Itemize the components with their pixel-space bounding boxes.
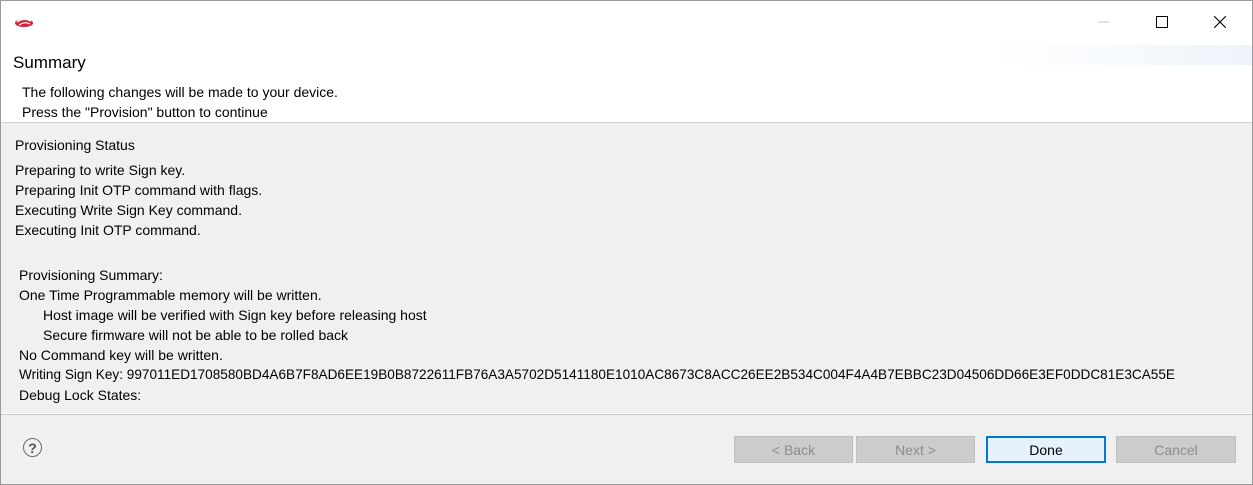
cancel-button[interactable]: Cancel	[1116, 436, 1236, 463]
summary-otp-line: One Time Programmable memory will be wri…	[19, 287, 322, 303]
header-description-line: The following changes will be made to yo…	[22, 84, 338, 100]
page-title: Summary	[13, 53, 86, 72]
summary-debug-lock-line: Debug Lock States:	[19, 387, 142, 403]
minimize-button[interactable]	[1075, 1, 1133, 45]
maximize-icon	[1156, 15, 1168, 31]
help-icon: ?	[28, 439, 37, 456]
wizard-content: Provisioning Status Preparing to write S…	[1, 123, 1252, 413]
help-button[interactable]: ?	[23, 438, 42, 457]
status-line: Preparing Init OTP command with flags.	[15, 182, 263, 198]
summary-otp-detail: Host image will be verified with Sign ke…	[43, 307, 427, 323]
status-heading: Provisioning Status	[15, 137, 135, 153]
summary-command-key-line: No Command key will be written.	[19, 347, 223, 363]
status-line: Executing Init OTP command.	[15, 222, 201, 238]
header-banner-fade	[992, 45, 1252, 65]
minimize-icon	[1098, 15, 1110, 31]
silicon-labs-logo-icon	[14, 15, 34, 29]
summary-heading: Provisioning Summary:	[19, 267, 163, 283]
title-bar	[1, 1, 1252, 45]
summary-sign-key-line: Writing Sign Key: 997011ED1708580BD4A6B7…	[19, 367, 1175, 382]
close-button[interactable]	[1191, 1, 1249, 45]
next-button[interactable]: Next >	[856, 436, 975, 463]
back-button[interactable]: < Back	[734, 436, 853, 463]
maximize-button[interactable]	[1133, 1, 1191, 45]
wizard-header: Summary The following changes will be ma…	[1, 45, 1252, 123]
status-line: Executing Write Sign Key command.	[15, 202, 242, 218]
header-description-line: Press the "Provision" button to continue	[22, 104, 268, 120]
done-button[interactable]: Done	[986, 436, 1106, 463]
status-line: Preparing to write Sign key.	[15, 162, 186, 178]
wizard-footer: ? < Back Next > Done Cancel	[1, 414, 1252, 484]
summary-otp-detail: Secure firmware will not be able to be r…	[43, 327, 349, 343]
close-icon	[1213, 15, 1227, 31]
provisioning-wizard-window: Summary The following changes will be ma…	[0, 0, 1253, 485]
